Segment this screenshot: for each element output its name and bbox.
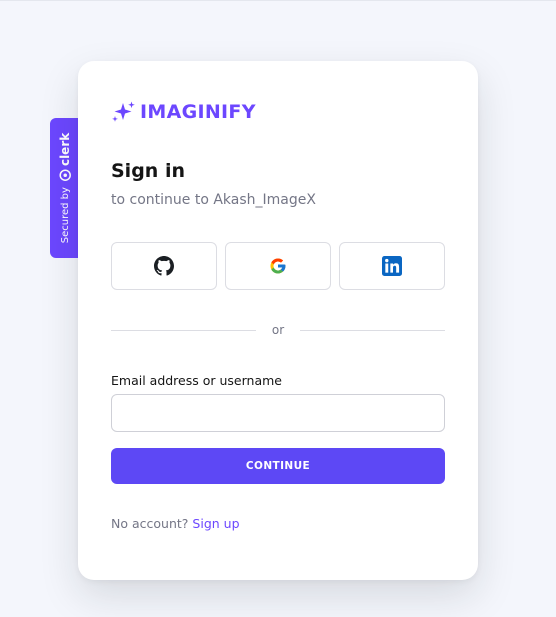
app-logo-text: IMAGINIFY — [140, 101, 256, 123]
linkedin-login-button[interactable] — [339, 242, 445, 290]
google-icon — [270, 258, 286, 274]
divider-text: or — [271, 323, 285, 337]
sign-up-link[interactable]: Sign up — [192, 516, 239, 531]
social-login-buttons — [111, 242, 445, 290]
clerk-logo: clerk — [58, 133, 72, 181]
continue-button[interactable]: CONTINUE — [111, 448, 445, 484]
page-title: Sign in — [111, 160, 185, 182]
sparkle-icon — [112, 101, 135, 122]
email-field[interactable] — [111, 394, 445, 432]
clerk-brand-text: clerk — [58, 132, 72, 167]
github-icon — [154, 256, 174, 276]
app-logo: IMAGINIFY — [111, 101, 256, 123]
linkedin-icon — [382, 256, 402, 276]
clerk-icon — [59, 169, 71, 181]
github-login-button[interactable] — [111, 242, 217, 290]
secured-by-clerk-badge[interactable]: Secured by clerk — [50, 118, 80, 258]
sign-in-card: IMAGINIFY Sign in to continue to Akash_I… — [78, 61, 478, 580]
or-divider: or — [111, 323, 445, 337]
secured-by-text: Secured by — [59, 187, 71, 244]
email-label: Email address or username — [111, 373, 282, 388]
top-border — [0, 0, 556, 1]
no-account-text: No account? — [111, 516, 189, 531]
google-login-button[interactable] — [225, 242, 331, 290]
page-subtitle: to continue to Akash_ImageX — [111, 192, 316, 208]
signup-footer: No account? Sign up — [111, 516, 240, 531]
